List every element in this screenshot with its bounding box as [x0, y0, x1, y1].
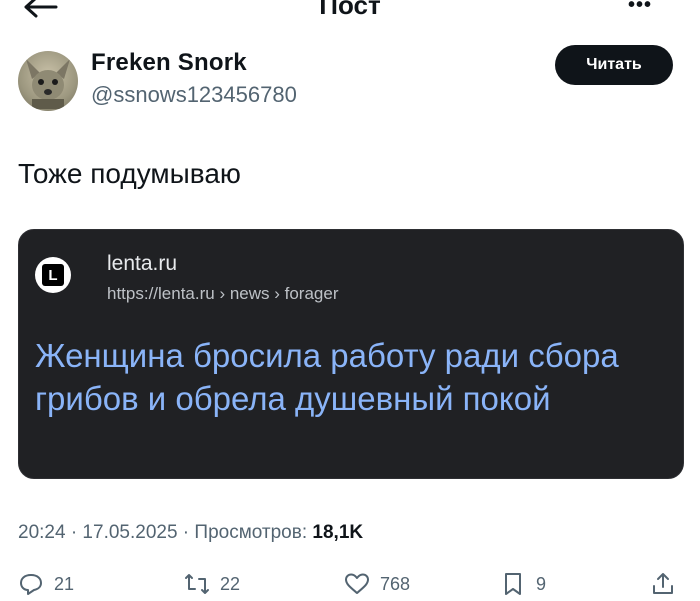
share-icon	[653, 573, 673, 594]
retweet-action[interactable]: 22	[184, 572, 240, 596]
bookmark-action[interactable]: 9	[500, 572, 546, 596]
page-title: Пост	[319, 0, 381, 20]
reply-action[interactable]: 21	[18, 572, 74, 596]
like-count: 768	[380, 573, 411, 594]
heart-icon	[345, 573, 369, 594]
avatar[interactable]	[18, 51, 78, 111]
bookmark-icon	[505, 573, 521, 595]
author-name[interactable]: Freken Snork	[91, 49, 247, 77]
site-url: https://lenta.ru › news › forager	[107, 284, 339, 303]
reply-icon	[20, 574, 42, 595]
top-bar: Пост •••	[0, 0, 700, 24]
tweet-text: Тоже подумываю	[18, 158, 241, 189]
timestamp-date: 20:24 · 17.05.2025 · Просмотров:	[18, 522, 313, 543]
read-button[interactable]: Читать	[555, 45, 673, 85]
author-handle[interactable]: @ssnows123456780	[91, 82, 297, 108]
retweet-count: 22	[220, 573, 241, 594]
bookmark-count: 9	[536, 573, 547, 594]
more-icon[interactable]: •••	[628, 0, 652, 17]
view-count: 18,1K	[312, 522, 364, 543]
reply-count: 21	[54, 573, 75, 594]
action-bar: 21 22 768 9	[0, 566, 700, 601]
retweet-icon	[185, 574, 209, 594]
like-action[interactable]: 768	[344, 572, 410, 596]
tweet-meta: 20:24 · 17.05.2025 · Просмотров: 18,1K	[18, 522, 363, 544]
link-headline[interactable]: Женщина бросила работу ради сбора грибов…	[35, 334, 675, 420]
site-logo-letter: L	[42, 264, 64, 286]
link-card[interactable]: L lenta.ru https://lenta.ru › news › for…	[18, 229, 684, 479]
site-name: lenta.ru	[107, 252, 178, 275]
share-action[interactable]	[650, 572, 686, 596]
site-logo: L	[35, 257, 71, 293]
